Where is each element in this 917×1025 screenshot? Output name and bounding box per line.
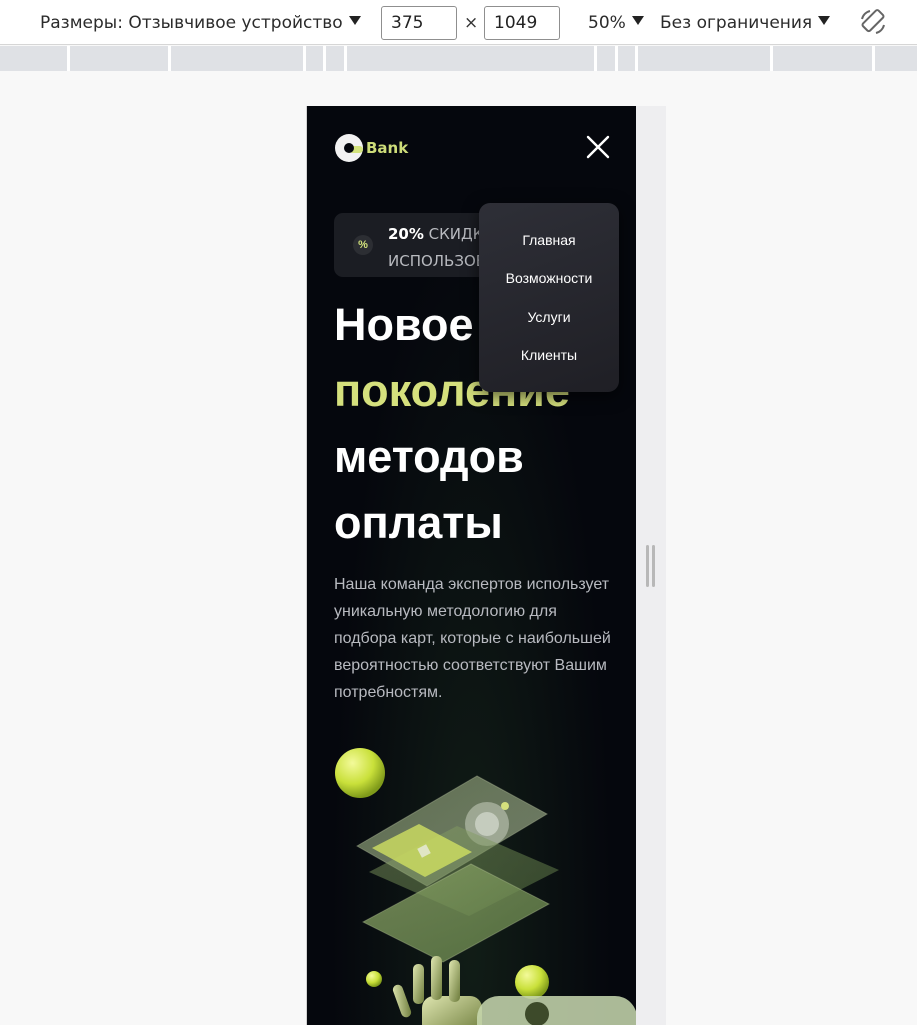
cards-illustration bbox=[335, 748, 636, 1025]
dimensions-dropdown[interactable]: Размеры: Отзывчивое устройство bbox=[40, 0, 361, 45]
times-sign: × bbox=[464, 12, 479, 33]
promo-line2: ИСПОЛЬЗОВ bbox=[388, 252, 487, 270]
resize-handle[interactable] bbox=[646, 545, 656, 587]
chevron-down-icon bbox=[631, 16, 644, 25]
zoom-dropdown[interactable]: 50% bbox=[588, 0, 644, 45]
menu-item-home[interactable]: Главная bbox=[479, 232, 619, 248]
hero-description: Наша команда экспертов использует уникал… bbox=[334, 576, 611, 701]
throttling-dropdown[interactable]: Без ограничения bbox=[660, 0, 831, 45]
percent-icon: % bbox=[353, 235, 373, 255]
media-query-bar[interactable] bbox=[0, 46, 917, 71]
promo-percent: 20% bbox=[388, 225, 424, 243]
chevron-down-icon bbox=[818, 16, 831, 25]
nav-menu: Главная Возможности Услуги Клиенты bbox=[479, 203, 619, 392]
dimensions-label: Размеры: Отзывчивое устройство bbox=[40, 12, 343, 33]
width-input[interactable]: 375 bbox=[381, 6, 457, 40]
logo-icon bbox=[335, 134, 363, 162]
site-logo[interactable]: Bank bbox=[335, 134, 408, 162]
height-input[interactable]: 1049 bbox=[484, 6, 560, 40]
hero-line-4: оплаты bbox=[334, 497, 503, 548]
hero-line-3: методов bbox=[334, 431, 524, 482]
zoom-label: 50% bbox=[588, 12, 626, 33]
menu-item-features[interactable]: Возможности bbox=[479, 270, 619, 286]
chevron-down-icon bbox=[348, 16, 361, 25]
device-viewport: Bank % 20% СКИДКА ИСПОЛЬЗОВ Новое поколен… bbox=[306, 106, 636, 1025]
throttling-label: Без ограничения bbox=[660, 12, 813, 33]
logo-text: Bank bbox=[366, 139, 409, 157]
menu-item-clients[interactable]: Клиенты bbox=[479, 347, 619, 363]
menu-item-services[interactable]: Услуги bbox=[479, 309, 619, 325]
rotate-icon[interactable] bbox=[858, 7, 888, 37]
device-toolbar: Размеры: Отзывчивое устройство 375 × 104… bbox=[0, 0, 917, 45]
close-icon[interactable] bbox=[585, 134, 611, 160]
